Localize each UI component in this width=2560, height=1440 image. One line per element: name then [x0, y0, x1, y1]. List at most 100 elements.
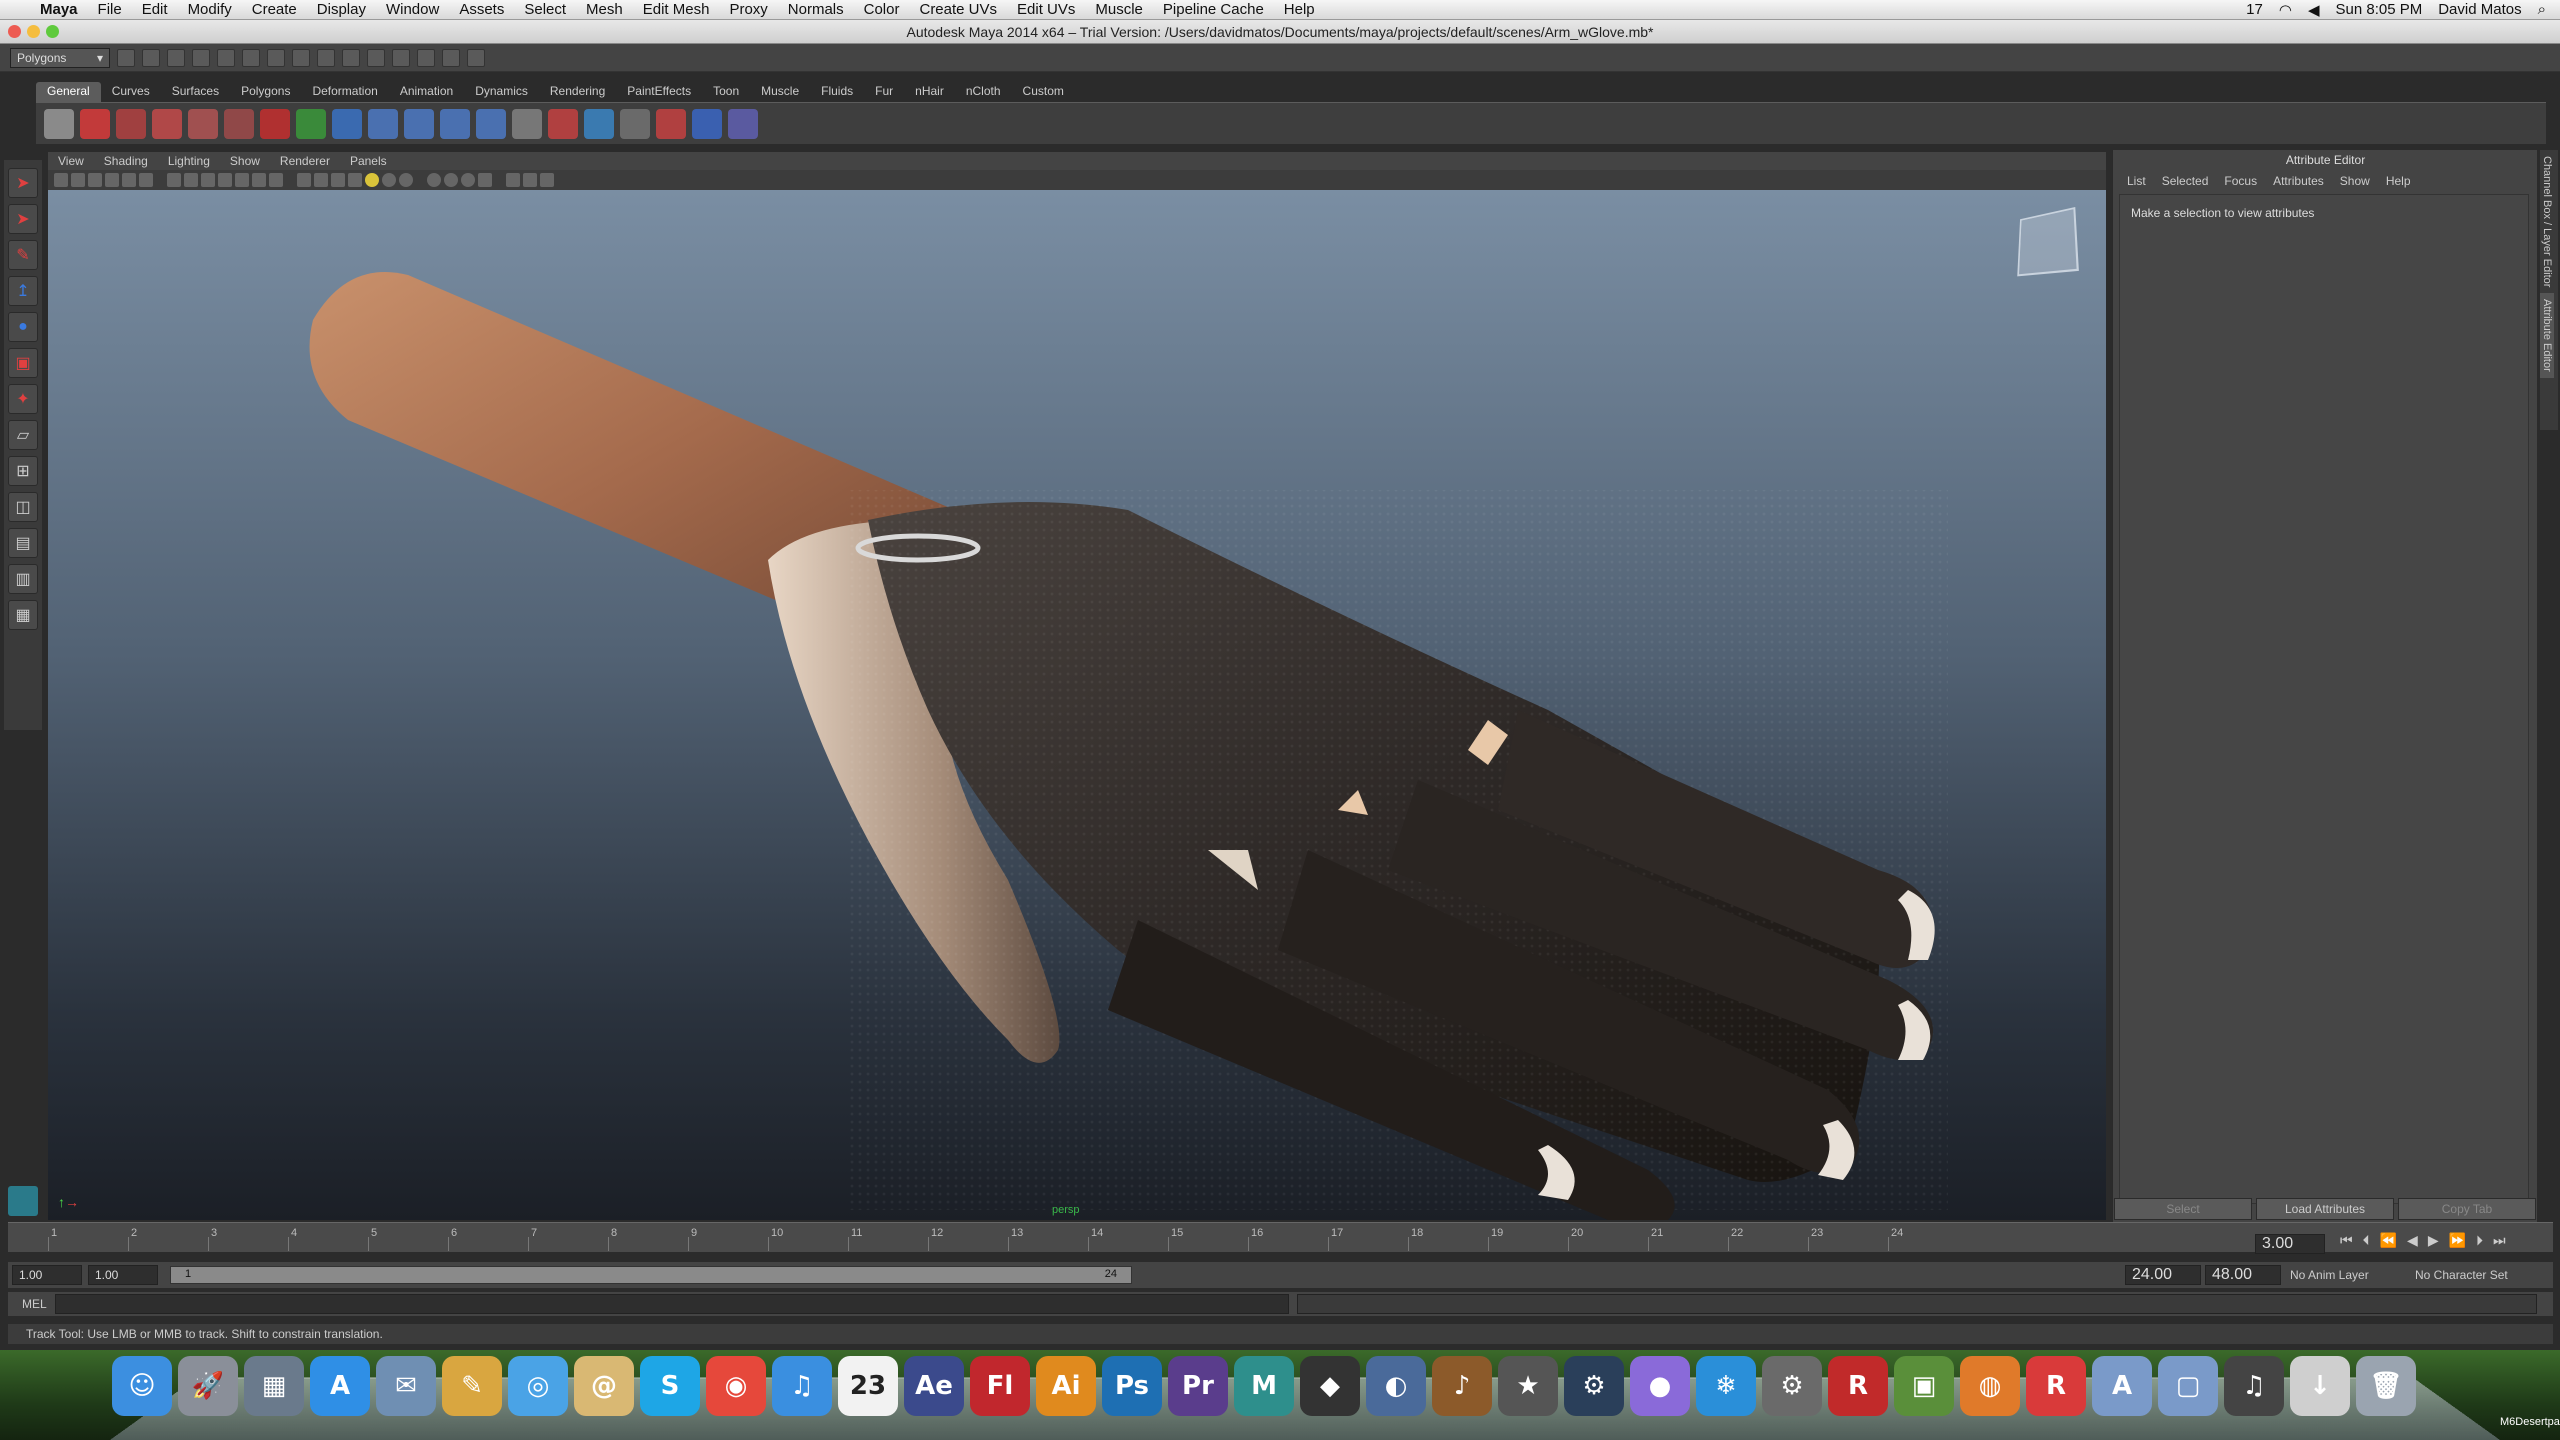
menu-create-uvs[interactable]: Create UVs: [909, 1, 1007, 18]
dock-documents-icon[interactable]: ▢: [2158, 1356, 2218, 1416]
attr-menu-list[interactable]: List: [2119, 174, 2154, 188]
safe-title-icon[interactable]: [269, 173, 283, 187]
safe-action-icon[interactable]: [252, 173, 266, 187]
menu-window[interactable]: Window: [376, 1, 449, 18]
select-button[interactable]: Select: [2114, 1198, 2252, 1220]
go-to-end-icon[interactable]: ⏭: [2493, 1232, 2506, 1249]
four-view-icon[interactable]: ⊞: [8, 456, 38, 486]
image-plane-icon[interactable]: [105, 173, 119, 187]
time-slider[interactable]: 1 2 3 4 5 6 7 8 9 10 11 12 13 14 15 16 17 18 19 20 21 22 23 24: [8, 1222, 2553, 1252]
panel-menu-shading[interactable]: Shading: [94, 154, 158, 168]
isolate-icon[interactable]: [478, 173, 492, 187]
bookmark-icon[interactable]: [88, 173, 102, 187]
curve-tool-icon[interactable]: [260, 108, 290, 139]
uv-editor-icon[interactable]: [548, 108, 578, 139]
shelf-tab-fur[interactable]: Fur: [864, 82, 904, 102]
go-to-start-icon[interactable]: ⏮: [2340, 1232, 2353, 1249]
shelf-tab-painteffects[interactable]: PaintEffects: [616, 82, 702, 102]
maya-badge[interactable]: 17: [2246, 1, 2263, 18]
play-forwards-icon[interactable]: ▶: [2428, 1232, 2439, 1249]
dock-mail-icon[interactable]: ✉: [376, 1356, 436, 1416]
playback-end-field[interactable]: 24.00: [2125, 1265, 2201, 1285]
dock-preview-icon[interactable]: ▦: [244, 1356, 304, 1416]
lasso-tool-icon[interactable]: ➤: [8, 204, 38, 234]
snap-curve-icon[interactable]: [292, 48, 310, 67]
menu-file[interactable]: File: [88, 1, 132, 18]
snap-grid-icon[interactable]: [267, 48, 285, 67]
dock-steam-icon[interactable]: ⚙: [1564, 1356, 1624, 1416]
range-slider[interactable]: 1 24: [170, 1266, 1132, 1284]
film-gate-icon[interactable]: [184, 173, 198, 187]
dock-guitar-icon[interactable]: ♪: [1432, 1356, 1492, 1416]
2d-pan-icon[interactable]: [122, 173, 136, 187]
menu-assets[interactable]: Assets: [449, 1, 514, 18]
camera-icon[interactable]: [54, 173, 68, 187]
open-scene-icon[interactable]: [142, 48, 160, 67]
minimize-icon[interactable]: [27, 25, 40, 38]
dock-premiere-icon[interactable]: Pr: [1168, 1356, 1228, 1416]
command-input[interactable]: [54, 1294, 1289, 1314]
menu-color[interactable]: Color: [854, 1, 910, 18]
dock-trash-icon[interactable]: 🗑: [2356, 1356, 2416, 1416]
dock-illustrator-icon[interactable]: Ai: [1036, 1356, 1096, 1416]
xray-joints-icon[interactable]: [444, 173, 458, 187]
shelf-tab-curves[interactable]: Curves: [101, 82, 161, 102]
wireframe-icon[interactable]: [297, 173, 311, 187]
menu-edit-mesh[interactable]: Edit Mesh: [633, 1, 720, 18]
joint-icon[interactable]: [368, 108, 398, 139]
shelf-tab-muscle[interactable]: Muscle: [750, 82, 810, 102]
menu-edit[interactable]: Edit: [132, 1, 178, 18]
menu-pipeline-cache[interactable]: Pipeline Cache: [1153, 1, 1274, 18]
skin-icon[interactable]: [440, 108, 470, 139]
shelf-tab-custom[interactable]: Custom: [1012, 82, 1075, 102]
menuset-dropdown[interactable]: Polygons ▾: [10, 47, 110, 68]
dock-launchpad-icon[interactable]: 🚀: [178, 1356, 238, 1416]
dock-itunes-icon[interactable]: ♫: [772, 1356, 832, 1416]
sculpt-icon[interactable]: [296, 108, 326, 139]
close-panel-icon[interactable]: [540, 173, 554, 187]
paint-icon[interactable]: [620, 108, 650, 139]
copy-tab-button[interactable]: Copy Tab: [2398, 1198, 2536, 1220]
graph-editor-icon[interactable]: [512, 108, 542, 139]
xray-components-icon[interactable]: [461, 173, 475, 187]
dock-origin-icon[interactable]: ◍: [1960, 1356, 2020, 1416]
brush-icon[interactable]: [656, 108, 686, 139]
lights-icon[interactable]: [365, 173, 379, 187]
play-backwards-icon[interactable]: ◀: [2407, 1232, 2418, 1249]
save-scene-icon[interactable]: [167, 48, 185, 67]
panel-menu-panels[interactable]: Panels: [340, 154, 397, 168]
dock-flash-icon[interactable]: Fl: [970, 1356, 1030, 1416]
dock-skype-icon[interactable]: S: [640, 1356, 700, 1416]
sphere-icon[interactable]: [332, 108, 362, 139]
dock-crystal-icon[interactable]: ❄: [1696, 1356, 1756, 1416]
menu-edit-uvs[interactable]: Edit UVs: [1007, 1, 1085, 18]
spotlight-icon[interactable]: ⌕: [2538, 1, 2546, 18]
dock-roblox-studio-icon[interactable]: R: [2026, 1356, 2086, 1416]
move-tool-icon[interactable]: [152, 108, 182, 139]
step-back-key-icon[interactable]: ⏴: [2363, 1232, 2370, 1249]
shelf-tab-deformation[interactable]: Deformation: [301, 82, 388, 102]
close-icon[interactable]: [8, 25, 21, 38]
scale-tool-icon[interactable]: ▣: [8, 348, 38, 378]
menu-display[interactable]: Display: [307, 1, 376, 18]
hypershade-view-icon[interactable]: ▥: [8, 564, 38, 594]
start-time-field[interactable]: 1.00: [12, 1265, 82, 1285]
shadows-icon[interactable]: [382, 173, 396, 187]
gate-mask-icon[interactable]: [218, 173, 232, 187]
shelf-tab-dynamics[interactable]: Dynamics: [464, 82, 539, 102]
current-time-field[interactable]: 3.00: [2255, 1234, 2325, 1254]
attr-menu-attributes[interactable]: Attributes: [2265, 174, 2332, 188]
menu-mesh[interactable]: Mesh: [576, 1, 633, 18]
ao-icon[interactable]: [399, 173, 413, 187]
history-icon[interactable]: [367, 48, 385, 67]
render-icon[interactable]: [417, 48, 435, 67]
textured-icon[interactable]: [348, 173, 362, 187]
dock-blender-icon[interactable]: ◐: [1366, 1356, 1426, 1416]
step-forward-key-icon[interactable]: ⏵: [2476, 1232, 2483, 1249]
constraint-icon[interactable]: [692, 108, 722, 139]
maximize-icon[interactable]: [46, 25, 59, 38]
load-attributes-button[interactable]: Load Attributes: [2256, 1198, 2394, 1220]
dock-calendar-icon[interactable]: 23: [838, 1356, 898, 1416]
app-menu[interactable]: Maya: [30, 1, 88, 18]
dock-after-effects-icon[interactable]: Ae: [904, 1356, 964, 1416]
